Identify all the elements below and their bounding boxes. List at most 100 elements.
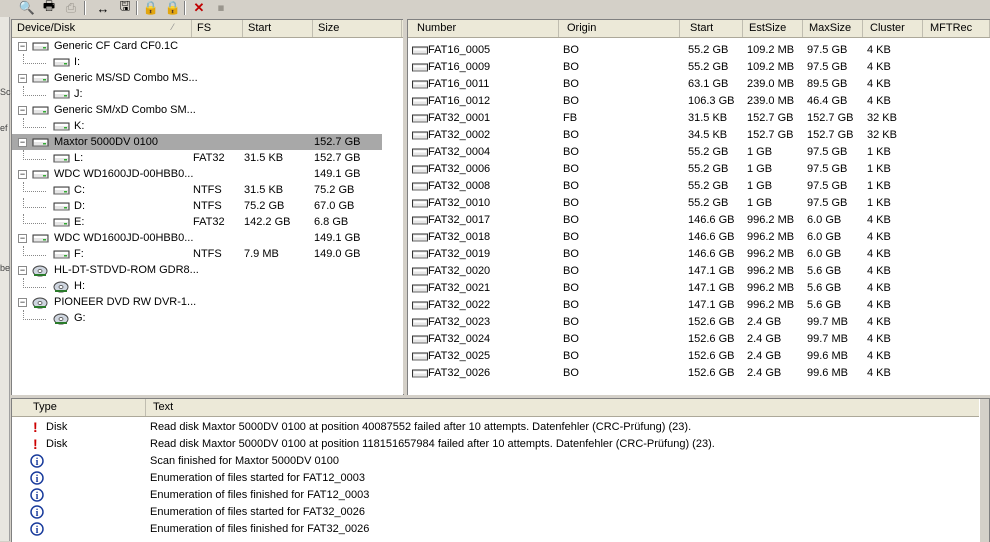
collapse-icon[interactable]: − — [18, 106, 27, 115]
svg-text:i: i — [36, 474, 39, 485]
device-row[interactable]: − WDC WD1600JD-00HBB0... 149.1 GB — [12, 230, 382, 246]
log-entry[interactable]: i Enumeration of files started for FAT32_… — [12, 504, 989, 521]
column-header-fs[interactable]: FS — [192, 20, 243, 37]
table-row[interactable]: FAT32_0020 BO 147.1 GB 996.2 MB 5.6 GB 4 KB — [408, 263, 990, 280]
save-disk-icon[interactable]: 🖫 — [116, 0, 134, 16]
log-entry[interactable]: ! Disk Read disk Maxtor 5000DV 0100 at pos… — [12, 419, 989, 436]
log-entry[interactable]: ! Disk Read disk Maxtor 5000DV 0100 at pos… — [12, 436, 989, 453]
column-header-estsize[interactable]: EstSize — [743, 20, 803, 37]
collapse-icon[interactable]: − — [18, 266, 27, 275]
log-type: Disk — [46, 421, 68, 433]
maxsize-cell: 97.5 GB — [807, 197, 848, 209]
column-header-size[interactable]: Size — [313, 20, 402, 37]
cluster-cell: 4 KB — [867, 316, 891, 328]
start-cell: 147.1 GB — [688, 282, 735, 294]
device-row[interactable]: − Generic CF Card CF0.1C — [12, 38, 382, 54]
cluster-cell: 4 KB — [867, 214, 891, 226]
collapse-icon[interactable]: − — [18, 234, 27, 243]
tree-connector-line — [23, 214, 46, 224]
log-entry[interactable]: i Enumeration of files finished for FAT32… — [12, 521, 989, 538]
table-row[interactable]: FAT16_0009 BO 55.2 GB 109.2 MB 97.5 GB 4 KB — [408, 59, 990, 76]
log-entry[interactable]: i Enumeration of files started for FAT12_… — [12, 470, 989, 487]
device-row[interactable]: − HL-DT-STDVD-ROM GDR8... — [12, 262, 382, 278]
print-preview-icon[interactable]: 🖶 — [40, 0, 58, 16]
table-row[interactable]: FAT32_0010 BO 55.2 GB 1 GB 97.5 GB 1 KB — [408, 195, 990, 212]
estsize-cell: 152.7 GB — [747, 129, 794, 141]
column-header-start[interactable]: Start — [243, 20, 313, 37]
cluster-cell: 4 KB — [867, 367, 891, 379]
delete-icon[interactable]: ✕ — [190, 0, 208, 16]
collapse-icon[interactable]: − — [18, 42, 27, 51]
column-header-mftrec[interactable]: MFTRec — [923, 20, 990, 37]
table-row[interactable]: FAT32_0017 BO 146.6 GB 996.2 MB 6.0 GB 4 KB — [408, 212, 990, 229]
fs-value: NTFS — [193, 200, 222, 212]
table-row[interactable]: FAT32_0022 BO 147.1 GB 996.2 MB 5.6 GB 4 KB — [408, 297, 990, 314]
fs-value: FAT32 — [193, 152, 225, 164]
device-row[interactable]: − WDC WD1600JD-00HBB0... 149.1 GB — [12, 166, 382, 182]
table-row[interactable]: FAT16_0005 BO 55.2 GB 109.2 MB 97.5 GB 4 KB — [408, 42, 990, 59]
table-row[interactable]: FAT32_0021 BO 147.1 GB 996.2 MB 5.6 GB 4 KB — [408, 280, 990, 297]
volume-row[interactable]: I: — [12, 54, 382, 70]
column-header-cluster[interactable]: Cluster — [863, 20, 923, 37]
table-row[interactable]: FAT32_0019 BO 146.6 GB 996.2 MB 6.0 GB 4 KB — [408, 246, 990, 263]
volume-row[interactable]: K: — [12, 118, 382, 134]
resize-icon[interactable]: ↔ — [94, 0, 112, 16]
column-header-start[interactable]: Start — [680, 20, 743, 37]
volume-row[interactable]: L: FAT32 31.5 KB 152.7 GB — [12, 150, 382, 166]
volume-row[interactable]: C: NTFS 31.5 KB 75.2 GB — [12, 182, 382, 198]
table-row[interactable]: FAT32_0026 BO 152.6 GB 2.4 GB 99.6 MB 4 KB — [408, 365, 990, 382]
volume-icon — [53, 88, 70, 99]
table-row[interactable]: FAT16_0012 BO 106.3 GB 239.0 MB 46.4 GB 4 KB — [408, 93, 990, 110]
column-header-text[interactable]: Text — [146, 399, 976, 416]
table-row[interactable]: FAT16_0011 BO 63.1 GB 239.0 MB 89.5 GB 4 KB — [408, 76, 990, 93]
log-entry[interactable]: i Enumeration of files finished for FAT12… — [12, 487, 989, 504]
tree-connector-line — [23, 54, 46, 64]
log-scrollbar[interactable] — [979, 399, 989, 542]
column-header-device-disk[interactable]: Device/Disk — [12, 20, 192, 37]
device-row[interactable]: − PIONEER DVD RW DVR-1... — [12, 294, 382, 310]
volume-row[interactable]: J: — [12, 86, 382, 102]
column-header-number[interactable]: Number — [408, 20, 559, 37]
device-row[interactable]: − Maxtor 5000DV 0100 152.7 GB — [12, 134, 382, 150]
table-row[interactable]: FAT32_0018 BO 146.6 GB 996.2 MB 6.0 GB 4 KB — [408, 229, 990, 246]
column-header-maxsize[interactable]: MaxSize — [803, 20, 863, 37]
estsize-cell: 996.2 MB — [747, 299, 795, 311]
tree-connector-line — [23, 118, 46, 128]
maxsize-cell: 89.5 GB — [807, 78, 848, 90]
start-cell: 146.6 GB — [688, 214, 735, 226]
search-icon[interactable]: 🔍 — [18, 0, 36, 16]
maxsize-cell: 99.7 MB — [807, 316, 848, 328]
volume-row[interactable]: F: NTFS 7.9 MB 149.0 GB — [12, 246, 382, 262]
volume-row[interactable]: E: FAT32 142.2 GB 6.8 GB — [12, 214, 382, 230]
cluster-cell: 32 KB — [867, 112, 897, 124]
log-text: Enumeration of files started for FAT32_0… — [150, 506, 366, 518]
volume-row[interactable]: D: NTFS 75.2 GB 67.0 GB — [12, 198, 382, 214]
device-tree-pane[interactable]: Device/Disk ⁄ FS Start Size − Generic CF … — [11, 19, 404, 396]
start-cell: 55.2 GB — [688, 197, 729, 209]
svg-text:i: i — [36, 508, 39, 519]
table-row[interactable]: FAT32_0008 BO 55.2 GB 1 GB 97.5 GB 1 KB — [408, 178, 990, 195]
volume-row[interactable]: H: — [12, 278, 382, 294]
table-row[interactable]: FAT32_0024 BO 152.6 GB 2.4 GB 99.7 MB 4 KB — [408, 331, 990, 348]
disk-drive-icon — [32, 232, 49, 243]
table-row[interactable]: FAT32_0023 BO 152.6 GB 2.4 GB 99.7 MB 4 KB — [408, 314, 990, 331]
table-row[interactable]: FAT32_0001 FB 31.5 KB 152.7 GB 152.7 GB 32 KB — [408, 110, 990, 127]
device-row[interactable]: − Generic MS/SD Combo MS... — [12, 70, 382, 86]
collapse-icon[interactable]: − — [18, 170, 27, 179]
volume-row[interactable]: G: — [12, 310, 382, 326]
collapse-icon[interactable]: − — [18, 138, 27, 147]
collapse-icon[interactable]: − — [18, 298, 27, 307]
log-pane[interactable]: Type Text ! Disk Read disk Maxtor 5000DV 0… — [11, 398, 990, 542]
column-header-type[interactable]: Type — [26, 399, 146, 416]
collapse-icon[interactable]: − — [18, 74, 27, 83]
table-row[interactable]: FAT32_0006 BO 55.2 GB 1 GB 97.5 GB 1 KB — [408, 161, 990, 178]
table-row[interactable]: FAT32_0025 BO 152.6 GB 2.4 GB 99.6 MB 4 KB — [408, 348, 990, 365]
column-header-origin[interactable]: Origin — [559, 20, 680, 37]
table-row[interactable]: FAT32_0004 BO 55.2 GB 1 GB 97.5 GB 1 KB — [408, 144, 990, 161]
volume-icon — [53, 152, 70, 163]
cluster-cell: 4 KB — [867, 333, 891, 345]
table-row[interactable]: FAT32_0002 BO 34.5 KB 152.7 GB 152.7 GB 32 KB — [408, 127, 990, 144]
device-row[interactable]: − Generic SM/xD Combo SM... — [12, 102, 382, 118]
log-entry[interactable]: i Scan finished for Maxtor 5000DV 0100 — [12, 453, 989, 470]
partition-list-pane[interactable]: Number Origin Start EstSize MaxSize Clus… — [407, 19, 990, 396]
